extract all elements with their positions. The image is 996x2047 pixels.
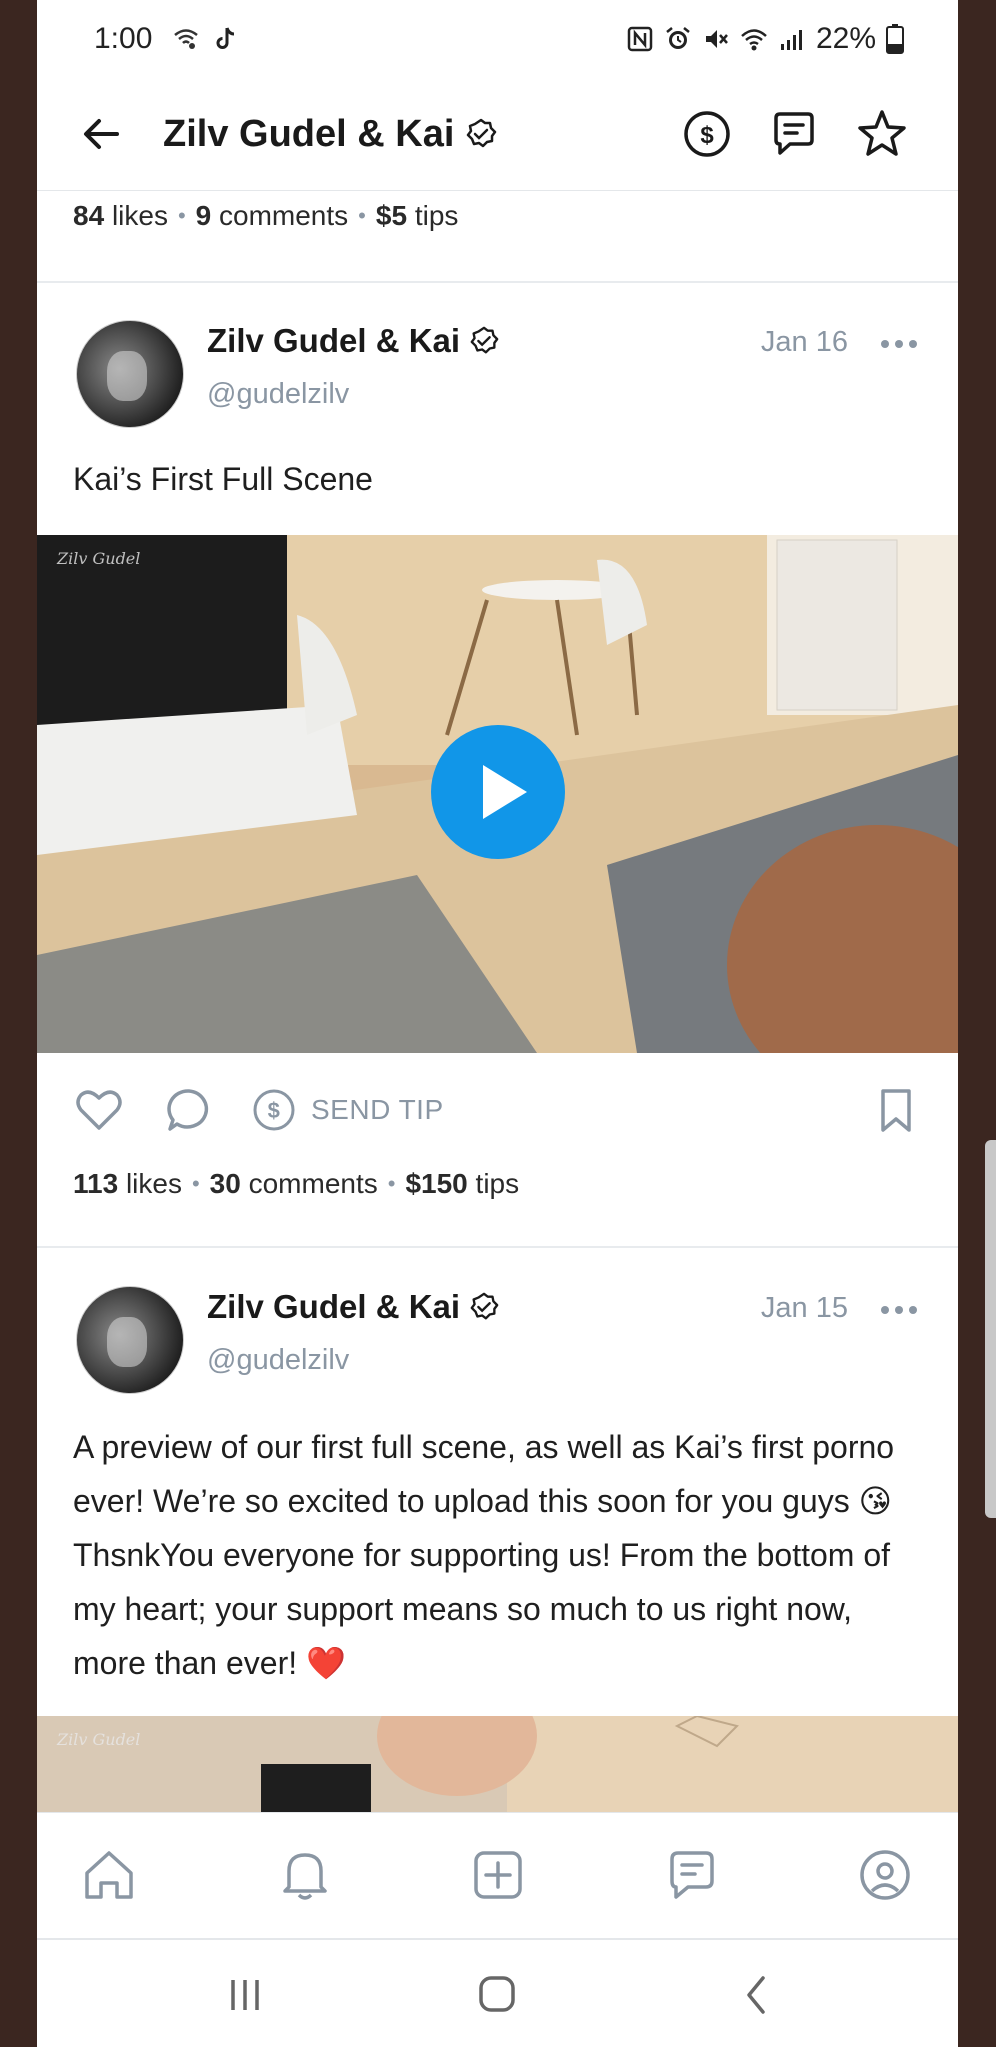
play-icon[interactable] (431, 725, 565, 859)
send-tip-label: SEND TIP (311, 1094, 444, 1125)
messages-icon[interactable] (660, 1843, 724, 1907)
notifications-bell-icon[interactable] (273, 1843, 337, 1907)
tiktok-icon (216, 27, 235, 49)
video-thumbnail[interactable]: Zilv Gudel (37, 1716, 958, 1812)
more-options-icon[interactable] (876, 1296, 922, 1324)
tip-dollar-icon[interactable]: $ (677, 104, 737, 164)
page-title: Zilv Gudel & Kai (163, 104, 498, 164)
author-name-text: Zilv Gudel & Kai (207, 322, 461, 359)
likes-stat[interactable]: 113 likes (73, 1168, 182, 1200)
message-icon[interactable] (764, 104, 824, 164)
add-post-icon[interactable] (466, 1843, 530, 1907)
alarm-icon (666, 27, 690, 49)
post-author-name[interactable]: Zilv Gudel & Kai (207, 1288, 500, 1326)
dollar-circle-icon: $ (253, 1089, 295, 1131)
comments-stat[interactable]: 9 comments (196, 200, 349, 232)
separator-dot: • (177, 203, 186, 228)
post-author-handle[interactable]: @gudelzilv (207, 1344, 349, 1377)
author-name-text: Zilv Gudel & Kai (207, 1288, 461, 1325)
header-title-text: Zilv Gudel & Kai (163, 112, 455, 155)
divider (37, 1246, 958, 1248)
video-frame-image (37, 1716, 958, 1812)
likes-stat[interactable]: 84 likes (73, 200, 168, 232)
battery-percent: 22% (815, 22, 876, 55)
post-header: Zilv Gudel & Kai @gudelzilv Jan 15 (37, 1286, 958, 1406)
recent-apps-icon[interactable] (215, 1970, 275, 2020)
separator-dot: • (191, 1171, 200, 1196)
video-watermark: Zilv Gudel (57, 1730, 141, 1749)
verified-icon (470, 1292, 499, 1320)
edge-panel-handle[interactable] (985, 1140, 996, 1518)
like-heart-icon[interactable] (73, 1084, 125, 1136)
svg-text:$: $ (700, 122, 714, 149)
divider (37, 281, 958, 283)
battery-icon (886, 24, 904, 54)
post-text-part: ThsnkYou everyone for supporting us! Fro… (73, 1537, 891, 1681)
home-button-icon[interactable] (467, 1970, 527, 2020)
status-time: 1:00 (94, 22, 153, 55)
verified-icon (467, 118, 497, 148)
post-text: Kai’s First Full Scene (73, 461, 373, 497)
comment-icon[interactable] (163, 1084, 215, 1136)
back-button-icon[interactable] (727, 1970, 787, 2020)
star-icon[interactable] (852, 104, 912, 164)
mute-icon (705, 30, 728, 48)
post-actions: $ SEND TIP (37, 1070, 958, 1150)
video-thumbnail[interactable]: Zilv Gudel (37, 535, 958, 1053)
post-text-part: A preview of our first full scene, as we… (73, 1429, 895, 1519)
signal-icon (780, 30, 802, 50)
avatar[interactable] (76, 320, 184, 428)
post-author-handle[interactable]: @gudelzilv (207, 378, 349, 411)
post-header: Zilv Gudel & Kai @gudelzilv Jan 16 (37, 320, 958, 440)
wifi-call-icon (174, 29, 198, 49)
comments-stat[interactable]: 30 comments (210, 1168, 378, 1200)
previous-post-stats: 84 likes • 9 comments • $5 tips (73, 200, 458, 232)
post-author-name[interactable]: Zilv Gudel & Kai (207, 322, 500, 360)
send-tip-button[interactable]: $ SEND TIP (251, 1084, 444, 1136)
profile-icon[interactable] (853, 1843, 917, 1907)
wifi-icon (741, 29, 767, 51)
phone-screen: 1:00 22% Zilv Gudel & Kai $ 84 likes • 9… (37, 0, 958, 2047)
bookmark-icon[interactable] (870, 1084, 922, 1136)
post-text: A preview of our first full scene, as we… (73, 1420, 923, 1690)
verified-icon (470, 326, 499, 354)
more-options-icon[interactable] (876, 330, 922, 358)
post-stats: 113 likes • 30 comments • $150 tips (73, 1168, 519, 1200)
kiss-emoji: 😘 (858, 1483, 892, 1519)
nfc-icon (627, 26, 653, 52)
avatar[interactable] (76, 1286, 184, 1394)
separator-dot: • (358, 203, 366, 228)
separator-dot: • (387, 1171, 396, 1196)
post-date[interactable]: Jan 15 (761, 1292, 848, 1325)
system-navigation (37, 1940, 958, 2047)
status-right: 22% (626, 22, 904, 56)
tips-stat[interactable]: $5 tips (376, 200, 459, 232)
bottom-navigation (37, 1812, 958, 1940)
post-date[interactable]: Jan 16 (761, 326, 848, 359)
back-arrow-icon[interactable] (73, 104, 133, 164)
svg-text:$: $ (268, 1098, 281, 1123)
profile-header: Zilv Gudel & Kai $ (37, 82, 958, 191)
status-left-icons (172, 24, 240, 52)
tips-stat[interactable]: $150 tips (405, 1168, 519, 1200)
home-icon[interactable] (77, 1843, 141, 1907)
heart-emoji: ❤️ (306, 1645, 346, 1681)
status-bar: 1:00 22% (37, 0, 958, 82)
video-watermark: Zilv Gudel (57, 549, 141, 568)
